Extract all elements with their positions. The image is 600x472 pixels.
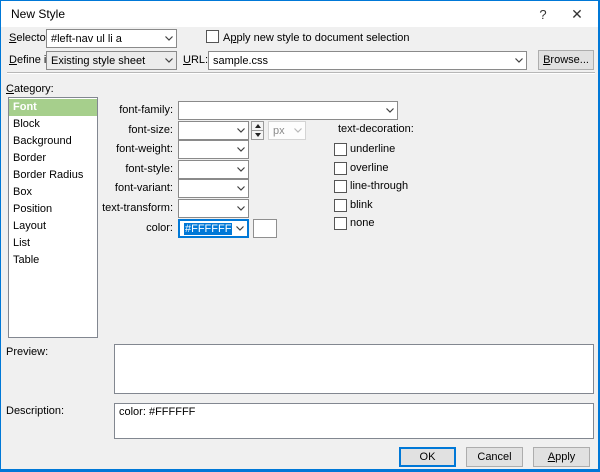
selector-combobox[interactable]: #left-nav ul li a (46, 29, 177, 48)
text-decoration-label: text-decoration: (338, 123, 414, 135)
category-item-border-radius[interactable]: Border Radius (9, 167, 97, 184)
category-item-font[interactable]: Font (9, 99, 97, 116)
define-in-combobox[interactable]: Existing style sheet (46, 51, 177, 70)
font-style-label: font-style: (89, 163, 173, 175)
spinner-up-button[interactable] (251, 121, 264, 131)
category-item-layout[interactable]: Layout (9, 218, 97, 235)
label-overline: overline (350, 162, 389, 174)
font-variant-combobox[interactable] (178, 179, 249, 198)
preview-label: Preview: (6, 346, 48, 358)
chevron-down-icon[interactable] (233, 122, 248, 139)
label-blink: blink (350, 199, 373, 211)
url-combobox[interactable]: sample.css (208, 51, 527, 70)
category-item-table[interactable]: Table (9, 252, 97, 269)
chevron-down-icon[interactable] (233, 200, 248, 217)
url-label: URL: (183, 54, 208, 66)
help-button[interactable]: ? (526, 1, 560, 27)
text-decoration-row: none (334, 216, 374, 230)
text-transform-combobox[interactable] (178, 199, 249, 218)
unit-value: px (269, 125, 290, 137)
help-icon: ? (539, 7, 546, 22)
checkbox-line-through[interactable] (334, 180, 347, 193)
category-item-border[interactable]: Border (9, 150, 97, 167)
label-underline: underline (350, 143, 395, 155)
chevron-down-icon[interactable] (511, 52, 526, 69)
color-combobox[interactable]: #FFFFFF (178, 219, 249, 238)
checkbox-overline[interactable] (334, 162, 347, 175)
font-size-combobox[interactable] (178, 121, 249, 140)
chevron-down-icon[interactable] (161, 52, 176, 69)
category-item-box[interactable]: Box (9, 184, 97, 201)
category-item-block[interactable]: Block (9, 116, 97, 133)
checkbox-none[interactable] (334, 217, 347, 230)
font-family-combobox[interactable] (178, 101, 398, 120)
separator (7, 72, 595, 74)
apply-style-checkbox-label: Apply new style to document selection (223, 32, 410, 44)
font-style-combobox[interactable] (178, 160, 249, 179)
window-title: New Style (11, 7, 65, 21)
text-transform-label: text-transform: (89, 202, 173, 214)
new-style-dialog: New Style ? ✕ Selector: #left-nav ul li … (0, 0, 600, 472)
color-value: #FFFFFF (180, 223, 232, 235)
chevron-down-icon[interactable] (232, 221, 247, 236)
spinner-down-button[interactable] (251, 131, 264, 140)
arrow-down-icon (255, 133, 261, 137)
text-decoration-row: overline (334, 161, 389, 175)
category-listbox: Font Block Background Border Border Radi… (8, 97, 98, 338)
font-weight-label: font-weight: (89, 143, 173, 155)
ok-button[interactable]: OK (399, 447, 456, 467)
text-decoration-row: blink (334, 198, 373, 212)
font-size-stepper (251, 121, 264, 140)
label-line-through: line-through (350, 180, 408, 192)
font-family-label: font-family: (89, 104, 173, 116)
arrow-up-icon (255, 124, 261, 128)
category-label: Category: (6, 83, 54, 95)
checkbox-blink[interactable] (334, 199, 347, 212)
cancel-button[interactable]: Cancel (466, 447, 523, 467)
description-label: Description: (6, 405, 64, 417)
close-icon: ✕ (571, 6, 583, 23)
font-weight-combobox[interactable] (178, 140, 249, 159)
checkbox-underline[interactable] (334, 143, 347, 156)
apply-style-checkbox[interactable] (206, 30, 219, 43)
title-bar[interactable]: New Style ? ✕ (1, 1, 598, 27)
chevron-down-icon[interactable] (233, 180, 248, 197)
chevron-down-icon[interactable] (233, 141, 248, 158)
font-variant-label: font-variant: (89, 182, 173, 194)
text-decoration-row: line-through (334, 179, 408, 193)
apply-button[interactable]: Apply (533, 447, 590, 467)
color-swatch[interactable] (253, 219, 277, 238)
preview-pane (114, 344, 594, 394)
category-item-background[interactable]: Background (9, 133, 97, 150)
font-size-label: font-size: (89, 124, 173, 136)
color-label: color: (89, 222, 173, 234)
category-item-list[interactable]: List (9, 235, 97, 252)
url-value: sample.css (209, 55, 511, 67)
chevron-down-icon (290, 122, 305, 139)
preview-content (115, 345, 593, 349)
description-pane: color: #FFFFFF (114, 403, 594, 439)
chevron-down-icon[interactable] (382, 102, 397, 119)
close-button[interactable]: ✕ (560, 1, 594, 27)
category-item-position[interactable]: Position (9, 201, 97, 218)
chevron-down-icon[interactable] (233, 161, 248, 178)
selector-value: #left-nav ul li a (47, 33, 161, 45)
chevron-down-icon[interactable] (161, 30, 176, 47)
browse-button[interactable]: Browse... (538, 50, 594, 70)
label-none: none (350, 217, 374, 229)
text-decoration-row: underline (334, 142, 395, 156)
define-in-value: Existing style sheet (47, 55, 161, 67)
font-size-unit-combobox: px (268, 121, 306, 140)
description-content: color: #FFFFFF (115, 404, 593, 420)
